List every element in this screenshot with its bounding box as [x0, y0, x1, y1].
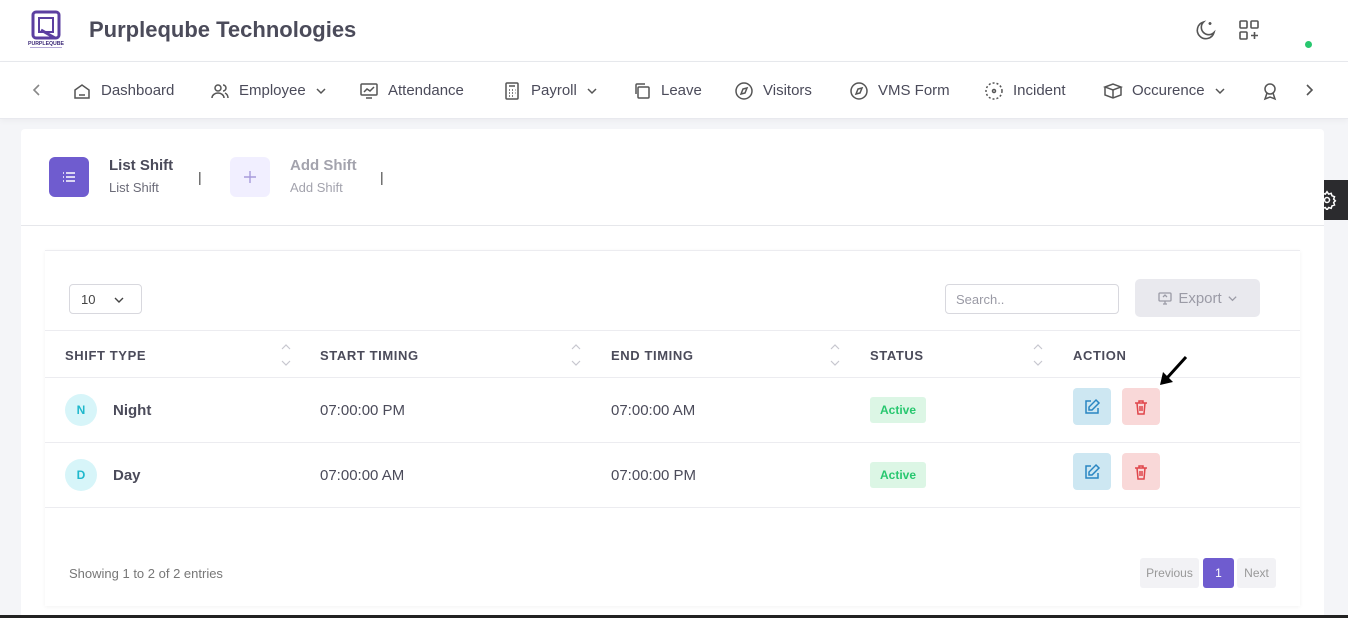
chevron-down-icon — [316, 87, 326, 94]
shift-type-cell: Day — [113, 467, 141, 484]
trash-icon — [1135, 464, 1147, 480]
tab-separator: | — [380, 169, 384, 185]
table-row: N Night 07:00:00 PM 07:00:00 AM Active — [45, 378, 1300, 443]
nav-item-vms-form[interactable]: VMS Form — [849, 62, 950, 119]
tab-list-shift[interactable]: List Shift — [109, 157, 173, 174]
column-header-action: ACTION — [1073, 348, 1127, 363]
shift-type-cell: Night — [113, 402, 152, 419]
nav-item-employee[interactable]: Employee — [210, 62, 328, 119]
nav-item-occurence[interactable]: Occurence — [1103, 62, 1227, 119]
calculator-icon — [505, 81, 519, 100]
copy-icon — [635, 82, 650, 99]
tab-add-shift[interactable]: Add Shift — [290, 157, 357, 174]
nav-item-visitors[interactable]: Visitors — [734, 62, 812, 119]
home-icon — [74, 83, 90, 99]
status-badge: Active — [870, 397, 927, 423]
mouse-cursor-icon — [1160, 355, 1188, 385]
start-timing-cell: 07:00:00 PM — [320, 402, 406, 419]
export-button[interactable]: Export — [1135, 279, 1260, 317]
delete-button[interactable] — [1122, 388, 1160, 425]
delete-button[interactable] — [1122, 453, 1160, 490]
edit-button[interactable] — [1073, 453, 1111, 490]
nav-item-dashboard[interactable]: Dashboard — [72, 62, 174, 119]
pagination-next[interactable]: Next — [1237, 558, 1276, 588]
compass-icon — [735, 81, 753, 100]
nav-scroll-right-icon[interactable] — [1299, 80, 1319, 100]
tab-list-shift-subtitle: List Shift — [109, 180, 159, 195]
nav-item-award[interactable] — [1260, 62, 1289, 119]
chevron-down-icon — [114, 297, 124, 303]
online-status-dot — [1305, 41, 1312, 48]
tab-list-shift-icon[interactable] — [49, 157, 89, 197]
sort-icon[interactable] — [1032, 342, 1044, 368]
nav-item-incident[interactable]: Incident — [984, 62, 1066, 119]
nav-scroll-left-icon[interactable] — [27, 80, 47, 100]
export-icon — [1158, 292, 1172, 305]
shift-card: List Shift List Shift | Add Shift Add Sh… — [21, 129, 1324, 618]
top-header: PURPLEQUBE Purpleqube Technologies — [0, 0, 1348, 62]
chevron-down-icon — [1215, 87, 1225, 94]
edit-button[interactable] — [1073, 388, 1111, 425]
shift-tabs: List Shift List Shift | Add Shift Add Sh… — [21, 129, 1324, 226]
nav-item-payroll[interactable]: Payroll — [502, 62, 599, 119]
pagination-previous[interactable]: Previous — [1140, 558, 1199, 588]
table-row: D Day 07:00:00 AM 07:00:00 PM Active — [45, 443, 1300, 508]
chevron-down-icon — [587, 87, 597, 94]
boxes-icon — [1103, 82, 1123, 99]
moon-icon[interactable] — [1194, 18, 1218, 42]
table-header: SHIFT TYPE START TIMING END TIMING STATU… — [45, 330, 1300, 378]
award-icon — [1263, 82, 1277, 100]
focus-icon — [985, 81, 1003, 100]
tab-separator: | — [198, 169, 202, 185]
shift-table-panel: 10 Export SHIFT TYPE START TIMING END TI… — [45, 250, 1300, 606]
search-input[interactable] — [945, 284, 1119, 314]
page-length-select[interactable]: 10 — [69, 284, 142, 314]
company-name: Purpleqube Technologies — [89, 17, 357, 42]
start-timing-cell: 07:00:00 AM — [320, 467, 405, 484]
status-badge: Active — [870, 462, 927, 488]
company-logo[interactable]: PURPLEQUBE — [27, 10, 65, 50]
pagination-page-1[interactable]: 1 — [1203, 558, 1234, 588]
avatar: D — [65, 459, 97, 491]
nav-item-attendance[interactable]: Attendance — [359, 62, 464, 119]
column-header-start-timing[interactable]: START TIMING — [320, 348, 419, 363]
plus-icon — [244, 171, 256, 183]
edit-icon — [1085, 463, 1101, 479]
tab-add-shift-subtitle: Add Shift — [290, 180, 343, 195]
sort-icon[interactable] — [570, 342, 582, 368]
users-icon — [211, 83, 229, 98]
end-timing-cell: 07:00:00 PM — [611, 467, 697, 484]
tab-add-shift-icon[interactable] — [230, 157, 270, 197]
compass-icon — [850, 81, 868, 100]
column-header-status[interactable]: STATUS — [870, 348, 924, 363]
apps-add-icon[interactable] — [1237, 18, 1261, 42]
trash-icon — [1135, 399, 1147, 415]
main-nav: Dashboard Employee Attendance Payroll Le… — [0, 62, 1348, 119]
svg-text:PURPLEQUBE: PURPLEQUBE — [28, 41, 65, 47]
nav-item-leave[interactable]: Leave — [632, 62, 702, 119]
avatar: N — [65, 394, 97, 426]
sort-icon[interactable] — [280, 342, 292, 368]
edit-icon — [1085, 398, 1101, 414]
column-header-end-timing[interactable]: END TIMING — [611, 348, 694, 363]
column-header-shift-type[interactable]: SHIFT TYPE — [65, 348, 146, 363]
list-icon — [63, 172, 75, 182]
end-timing-cell: 07:00:00 AM — [611, 402, 696, 419]
chevron-down-icon — [1228, 295, 1237, 301]
sort-icon[interactable] — [829, 342, 841, 368]
chart-icon — [360, 82, 378, 99]
table-info: Showing 1 to 2 of 2 entries — [69, 566, 223, 581]
